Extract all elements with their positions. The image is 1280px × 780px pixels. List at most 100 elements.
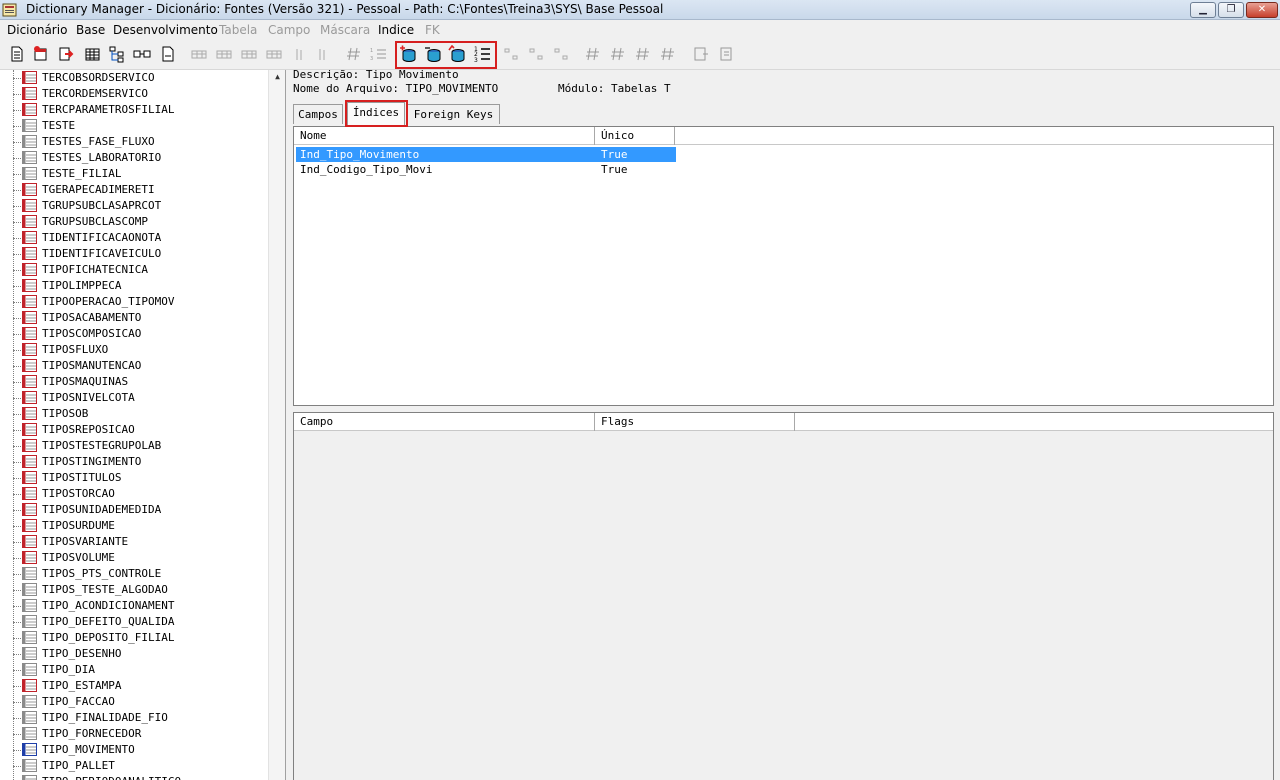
tree-item[interactable]: TIPOLIMPPECA (13, 278, 273, 294)
fk-disabled-icon[interactable] (528, 45, 546, 63)
table-grid-icon[interactable] (84, 45, 102, 63)
fk-disabled-icon[interactable] (503, 45, 521, 63)
menu-mascara[interactable]: Máscara (320, 23, 370, 37)
tree-item[interactable]: TIPOSCOMPOSICAO (13, 326, 273, 342)
export-disabled-icon[interactable] (718, 45, 736, 63)
scroll-up-button[interactable]: ▲ (269, 70, 285, 84)
tree-item[interactable]: TIPO_DEFEITO_QUALIDA (13, 614, 273, 630)
tree-item[interactable]: TIPOSVARIANTE (13, 534, 273, 550)
tree-item[interactable]: TGRUPSUBCLASCOMP (13, 214, 273, 230)
tree-item[interactable]: TIPO_FORNECEDOR (13, 726, 273, 742)
tree-item[interactable]: TIPOSURDUME (13, 518, 273, 534)
tree-item[interactable]: TIPO_DEPOSITO_FILIAL (13, 630, 273, 646)
new-document-icon[interactable] (8, 45, 26, 63)
menu-campo[interactable]: Campo (268, 23, 310, 37)
column-header-campo[interactable]: Campo (294, 413, 595, 431)
tree-item[interactable]: TIPO_DIA (13, 662, 273, 678)
table-icon (22, 503, 37, 516)
link-icon[interactable] (133, 45, 151, 63)
hash-disabled-icon[interactable] (584, 45, 602, 63)
tree-item[interactable]: TIPOSMANUTENCAO (13, 358, 273, 374)
tree-item[interactable]: TIPOS_PTS_CONTROLE (13, 566, 273, 582)
tree-item-label: TIPO_FINALIDADE_FIO (42, 711, 168, 724)
tree-item[interactable]: TIPO_ACONDICIONAMENT (13, 598, 273, 614)
tree-item[interactable]: TIPOFICHATECNICA (13, 262, 273, 278)
hash-disabled-icon[interactable] (659, 45, 677, 63)
tree-item[interactable]: TIPO_PALLET (13, 758, 273, 774)
tree-item[interactable]: TIPOSMAQUINAS (13, 374, 273, 390)
indices-grid[interactable]: Nome Único Ind_Tipo_Movimento True Ind_C… (293, 126, 1274, 406)
numbered-list-disabled-icon[interactable]: 13 (369, 45, 387, 63)
menu-desenvolvimento[interactable]: Desenvolvimento (113, 23, 218, 37)
tree-item[interactable]: TIDENTIFICACAONOTA (13, 230, 273, 246)
grid-disabled-icon[interactable] (240, 45, 258, 63)
column-header-flags[interactable]: Flags (595, 413, 795, 431)
tree-item[interactable]: TIPOOPERACAO_TIPOMOV (13, 294, 273, 310)
tree-structure-icon[interactable] (108, 45, 126, 63)
fk-disabled-icon[interactable] (553, 45, 571, 63)
tree-item[interactable]: TIPOSTORCAO (13, 486, 273, 502)
tree-item[interactable]: TIPOS_TESTE_ALGODAO (13, 582, 273, 598)
tree-item[interactable]: TESTES_FASE_FLUXO (13, 134, 273, 150)
close-button[interactable]: ✕ (1246, 2, 1278, 18)
tree-item[interactable]: TIPO_MOVIMENTO (13, 742, 273, 758)
grid-disabled-icon[interactable] (265, 45, 283, 63)
tree-item[interactable]: TIPOSOB (13, 406, 273, 422)
import-arrow-icon[interactable] (57, 45, 75, 63)
tree-item[interactable]: TERCOBSORDSERVICO (13, 70, 273, 86)
table-row[interactable]: Ind_Tipo_Movimento True (296, 147, 676, 162)
minimize-button[interactable]: ▁ (1190, 2, 1216, 18)
tree-item-label: TIPOSTINGIMENTO (42, 455, 142, 468)
tree-item[interactable]: TIPOSACABAMENTO (13, 310, 273, 326)
vertical-splitter[interactable] (286, 70, 292, 780)
table-row[interactable]: Ind_Codigo_Tipo_Movi True (296, 162, 676, 177)
maximize-button[interactable]: ❐ (1218, 2, 1244, 18)
hash-disabled-icon[interactable] (345, 45, 363, 63)
export-disabled-icon[interactable] (692, 45, 710, 63)
hash-disabled-icon[interactable] (634, 45, 652, 63)
tree-item[interactable]: TIPO_PERIODOANALITICO (13, 774, 273, 780)
grid-disabled-icon[interactable] (190, 45, 208, 63)
tree-item[interactable]: TIPOSTITULOS (13, 470, 273, 486)
tree-item[interactable]: TIPOSFLUXO (13, 342, 273, 358)
menu-tabela[interactable]: Tabela (219, 23, 257, 37)
tree-item[interactable]: TIPOSVOLUME (13, 550, 273, 566)
menu-base[interactable]: Base (76, 23, 105, 37)
tree-item[interactable]: TIPOSTINGIMENTO (13, 454, 273, 470)
hash-disabled-icon[interactable] (609, 45, 627, 63)
tree-item[interactable]: TESTE_FILIAL (13, 166, 273, 182)
tree-scrollbar[interactable]: ▲ (268, 70, 285, 780)
new-table-icon[interactable] (32, 45, 50, 63)
tree-item[interactable]: TESTE (13, 118, 273, 134)
tree-item-label: TIPO_DEPOSITO_FILIAL (42, 631, 175, 644)
tree-item[interactable]: TERCORDEMSERVICO (13, 86, 273, 102)
tree-item[interactable]: TESTES_LABORATORIO (13, 150, 273, 166)
tree-item[interactable]: TIPOSUNIDADEMEDIDA (13, 502, 273, 518)
tree-item[interactable]: TIPOSTESTEGRUPOLAB (13, 438, 273, 454)
tree-item[interactable]: TIPOSREPOSICAO (13, 422, 273, 438)
tree-item[interactable]: TGRUPSUBCLASAPRCOT (13, 198, 273, 214)
index-fields-grid[interactable]: Campo Flags (293, 412, 1274, 780)
tree-item[interactable]: TERCPARAMETROSFILIAL (13, 102, 273, 118)
tree-item[interactable]: TGERAPECADIMERETI (13, 182, 273, 198)
report-icon[interactable] (159, 45, 177, 63)
grid-disabled-icon[interactable] (215, 45, 233, 63)
tree-item[interactable]: TIPO_ESTAMPA (13, 678, 273, 694)
tree-item[interactable]: TIPO_DESENHO (13, 646, 273, 662)
tree-item[interactable]: TIDENTIFICAVEICULO (13, 246, 273, 262)
tab-campos[interactable]: Campos (293, 104, 343, 124)
close-icon: ✕ (1257, 4, 1267, 15)
tree-item[interactable]: TIPO_FINALIDADE_FIO (13, 710, 273, 726)
menu-fk[interactable]: FK (425, 23, 440, 37)
column-disabled-icon[interactable] (313, 45, 331, 63)
column-header-nome[interactable]: Nome (294, 127, 595, 145)
column-disabled-icon[interactable] (290, 45, 308, 63)
table-tree[interactable]: TERCOBSORDSERVICO TERCORDEMSERVICO TERCPAR… (0, 70, 286, 780)
menu-dicionario[interactable]: Dicionário (7, 23, 67, 37)
menu-indice[interactable]: Indice (378, 23, 414, 37)
tab-indices[interactable]: Índices (347, 102, 405, 125)
tab-foreign-keys[interactable]: Foreign Keys (407, 104, 500, 124)
tree-item[interactable]: TIPO_FACCAO (13, 694, 273, 710)
tree-item[interactable]: TIPOSNIVELCOTA (13, 390, 273, 406)
column-header-unico[interactable]: Único (595, 127, 675, 145)
